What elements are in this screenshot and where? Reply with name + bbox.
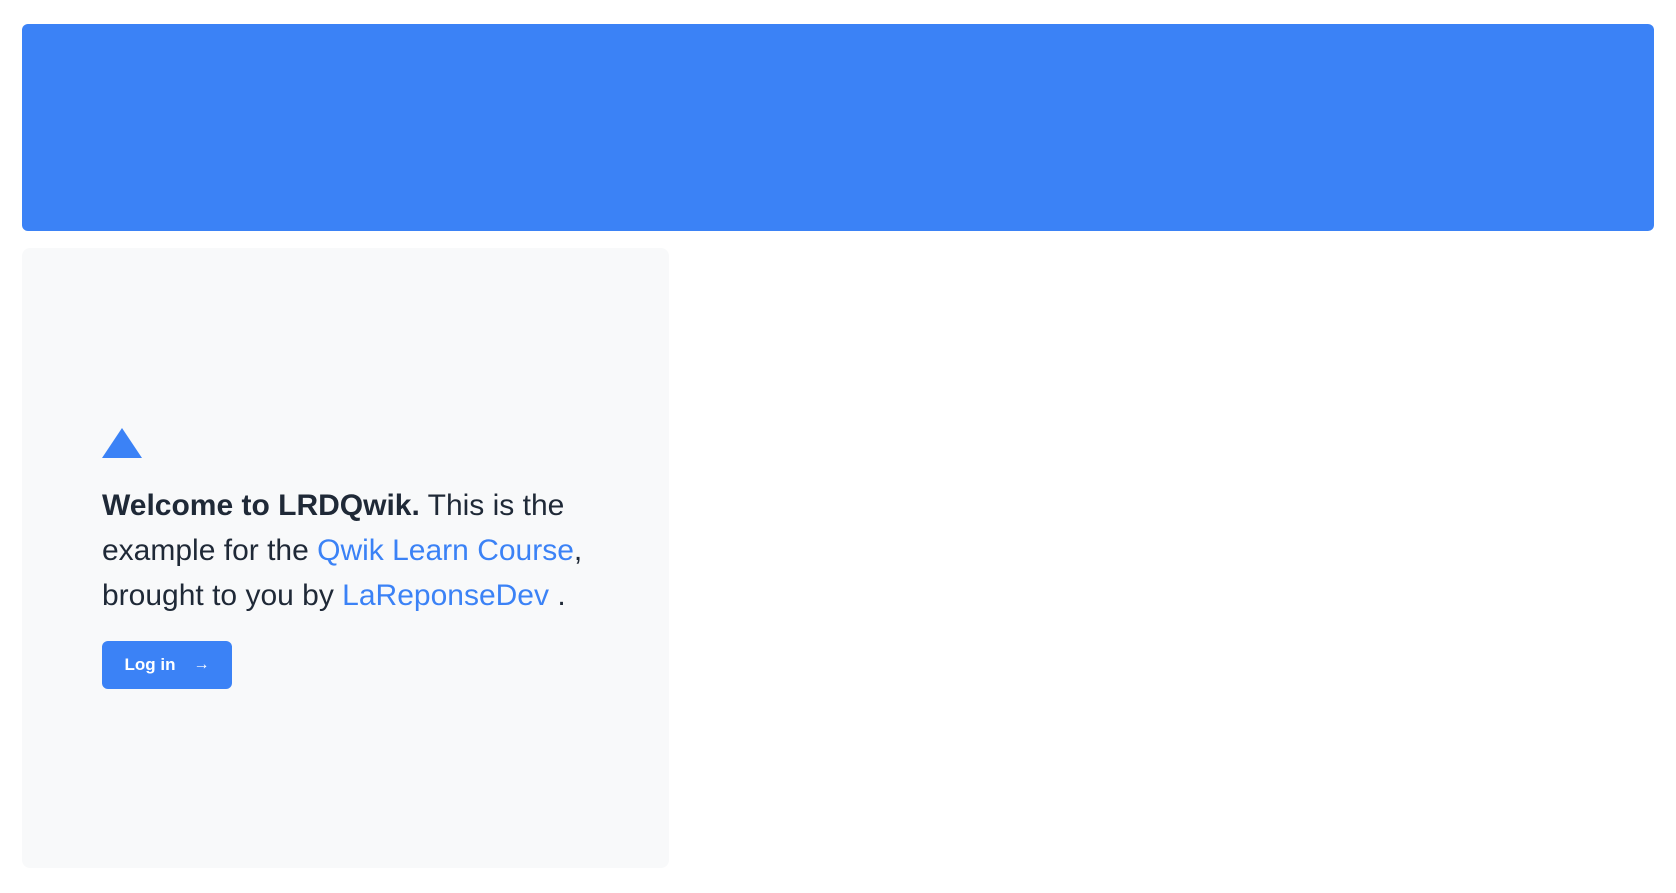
log-in-label: Log in (124, 655, 176, 674)
hero-banner (22, 24, 1654, 231)
triangle-logo-icon (102, 428, 142, 458)
welcome-message: Welcome to LRDQwik. This is the example … (102, 483, 612, 618)
qwik-learn-course-link[interactable]: Qwik Learn Course (317, 534, 574, 567)
welcome-brand: Welcome to LRDQwik. (102, 489, 420, 522)
lareponsedev-link[interactable]: LaReponseDev (342, 579, 549, 612)
log-in-button[interactable]: Log in → (102, 641, 232, 689)
welcome-text-3: . (548, 579, 566, 612)
page: Welcome to LRDQwik. This is the example … (0, 0, 1676, 893)
welcome-panel: Welcome to LRDQwik. This is the example … (22, 248, 669, 868)
arrow-right-icon: → (193, 656, 210, 673)
